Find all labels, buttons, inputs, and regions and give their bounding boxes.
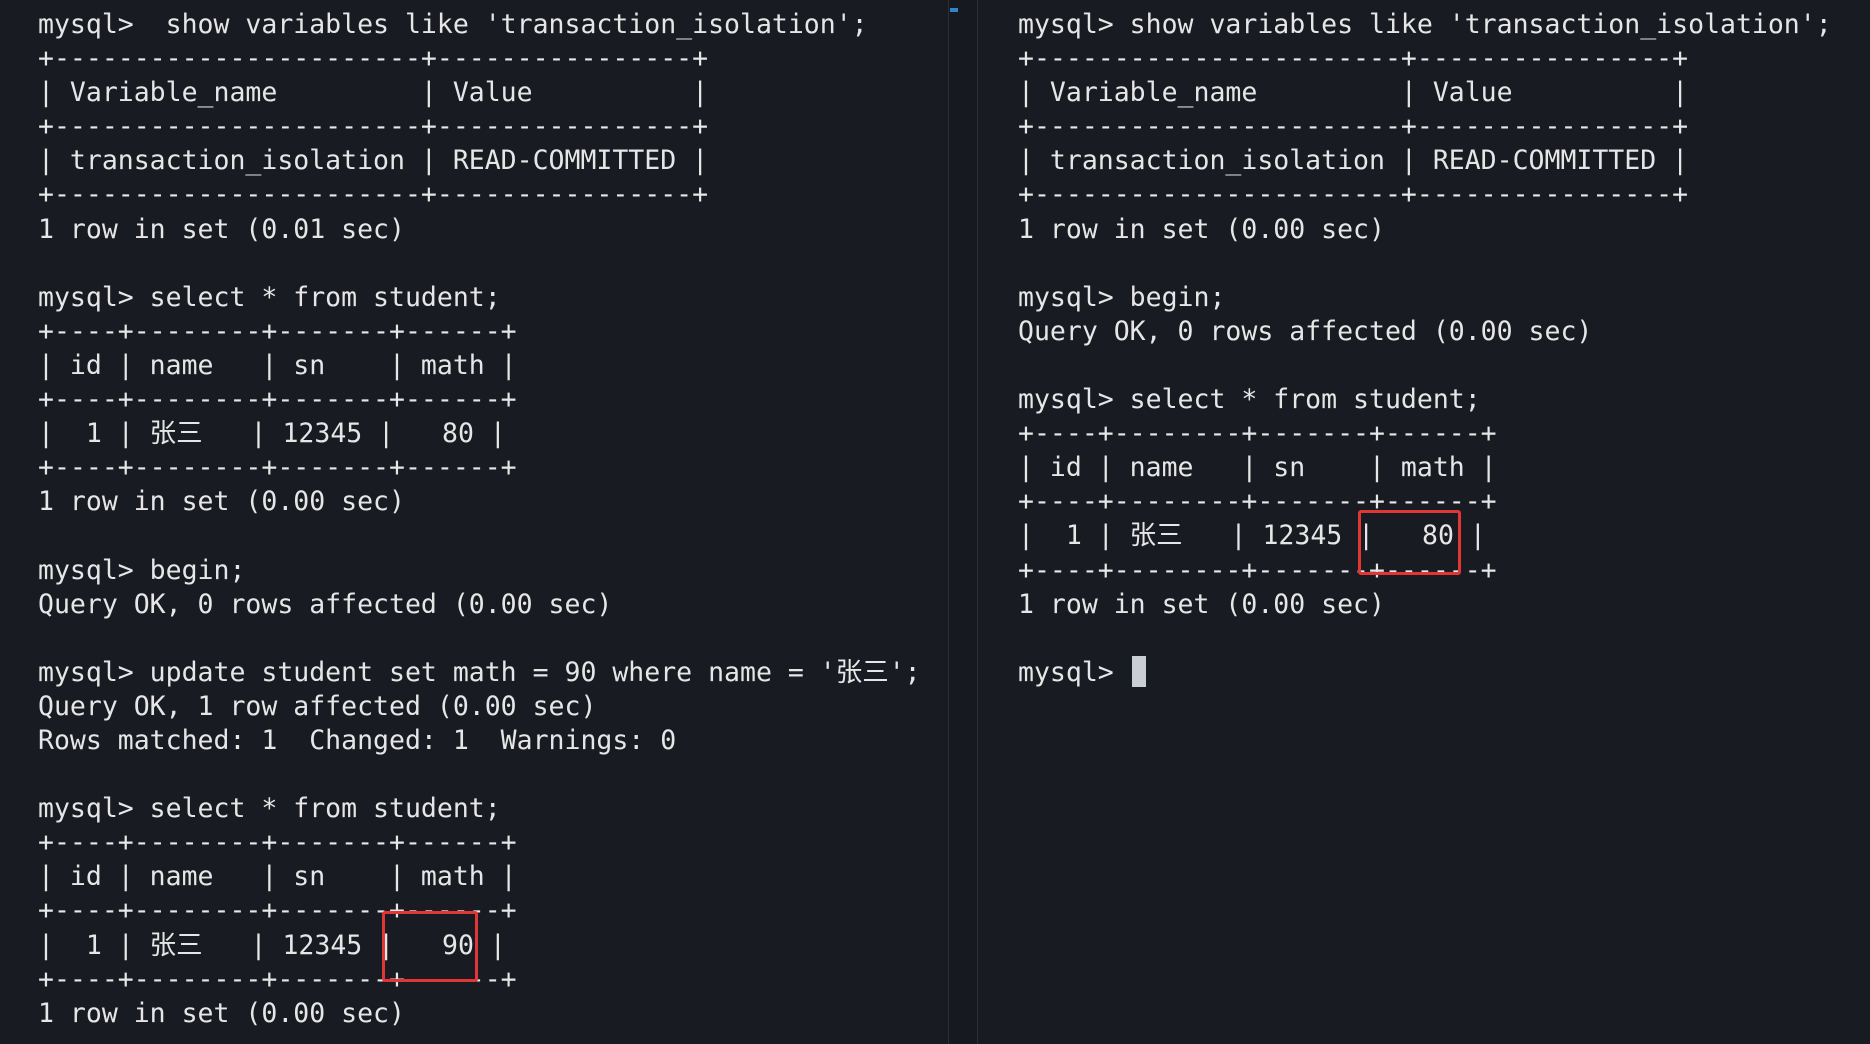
terminal-line: +-----------------------+---------------… <box>1018 179 1689 211</box>
terminal-line: | 1 | 张三 | 12345 | 80 | <box>1018 520 1486 552</box>
terminal-line: | transaction_isolation | READ-COMMITTED… <box>1018 145 1689 177</box>
terminal-line: 1 row in set (0.00 sec) <box>38 486 405 518</box>
left-terminal-output: mysql> show variables like 'transaction_… <box>38 8 921 1031</box>
terminal-line: mysql> begin; <box>38 554 246 586</box>
terminal-line: +-----------------------+---------------… <box>38 111 709 143</box>
terminal-prompt: mysql> <box>1018 656 1130 688</box>
terminal-line: +-----------------------+---------------… <box>38 179 709 211</box>
terminal-line: +----+--------+-------+------+ <box>38 384 517 416</box>
terminal-line: | id | name | sn | math | <box>38 349 517 381</box>
terminal-prompt-line[interactable]: mysql> <box>1018 655 1832 690</box>
terminal-line: mysql> begin; <box>1018 281 1226 313</box>
terminal-line: | transaction_isolation | READ-COMMITTED… <box>38 145 709 177</box>
terminal-line: mysql> update student set math = 90 wher… <box>38 656 921 688</box>
terminal-line: 1 row in set (0.00 sec) <box>1018 213 1385 245</box>
terminal-line: | 1 | 张三 | 12345 | 90 | <box>38 929 506 961</box>
terminal-line: | id | name | sn | math | <box>38 861 517 893</box>
terminal-line: +-----------------------+---------------… <box>1018 43 1689 75</box>
terminal-line: +----+--------+-------+------+ <box>38 315 517 347</box>
terminal-line: Query OK, 0 rows affected (0.00 sec) <box>1018 315 1593 347</box>
terminal-line: mysql> select * from student; <box>38 281 501 313</box>
pane-divider[interactable] <box>948 0 978 1044</box>
terminal-line: | Variable_name | Value | <box>38 77 709 109</box>
terminal-line: +----+--------+-------+------+ <box>38 827 517 859</box>
right-terminal-pane[interactable]: mysql> show variables like 'transaction_… <box>978 0 1870 1044</box>
terminal-line: Rows matched: 1 Changed: 1 Warnings: 0 <box>38 724 677 756</box>
terminal-line: mysql> select * from student; <box>38 793 501 825</box>
terminal-line: +----+--------+-------+------+ <box>1018 554 1497 586</box>
left-terminal-pane[interactable]: mysql> show variables like 'transaction_… <box>0 0 948 1044</box>
terminal-line: Query OK, 0 rows affected (0.00 sec) <box>38 588 613 620</box>
terminal-line: mysql> show variables like 'transaction_… <box>38 9 868 40</box>
terminal-line: +----+--------+-------+------+ <box>38 895 517 927</box>
terminal-line: +----+--------+-------+------+ <box>1018 486 1497 518</box>
terminal-line: +-----------------------+---------------… <box>38 43 709 75</box>
terminal-line: Query OK, 1 row affected (0.00 sec) <box>38 690 597 722</box>
terminal-line: mysql> show variables like 'transaction_… <box>1018 9 1832 40</box>
terminal-screen: mysql> show variables like 'transaction_… <box>0 0 1870 1044</box>
terminal-line: mysql> select * from student; <box>1018 384 1481 416</box>
terminal-line: | Variable_name | Value | <box>1018 77 1689 109</box>
terminal-line: 1 row in set (0.00 sec) <box>1018 588 1385 620</box>
terminal-line: | 1 | 张三 | 12345 | 80 | <box>38 418 506 450</box>
text-cursor <box>1131 655 1146 687</box>
terminal-line: 1 row in set (0.01 sec) <box>38 213 405 245</box>
right-terminal-output: mysql> show variables like 'transaction_… <box>1018 8 1832 690</box>
terminal-line: +----+--------+-------+------+ <box>38 452 517 484</box>
terminal-line: +----+--------+-------+------+ <box>38 963 517 995</box>
pane-divider-marker <box>950 8 958 12</box>
terminal-line: +----+--------+-------+------+ <box>1018 418 1497 450</box>
terminal-line: +-----------------------+---------------… <box>1018 111 1689 143</box>
terminal-line: 1 row in set (0.00 sec) <box>38 997 405 1029</box>
terminal-line: | id | name | sn | math | <box>1018 452 1497 484</box>
